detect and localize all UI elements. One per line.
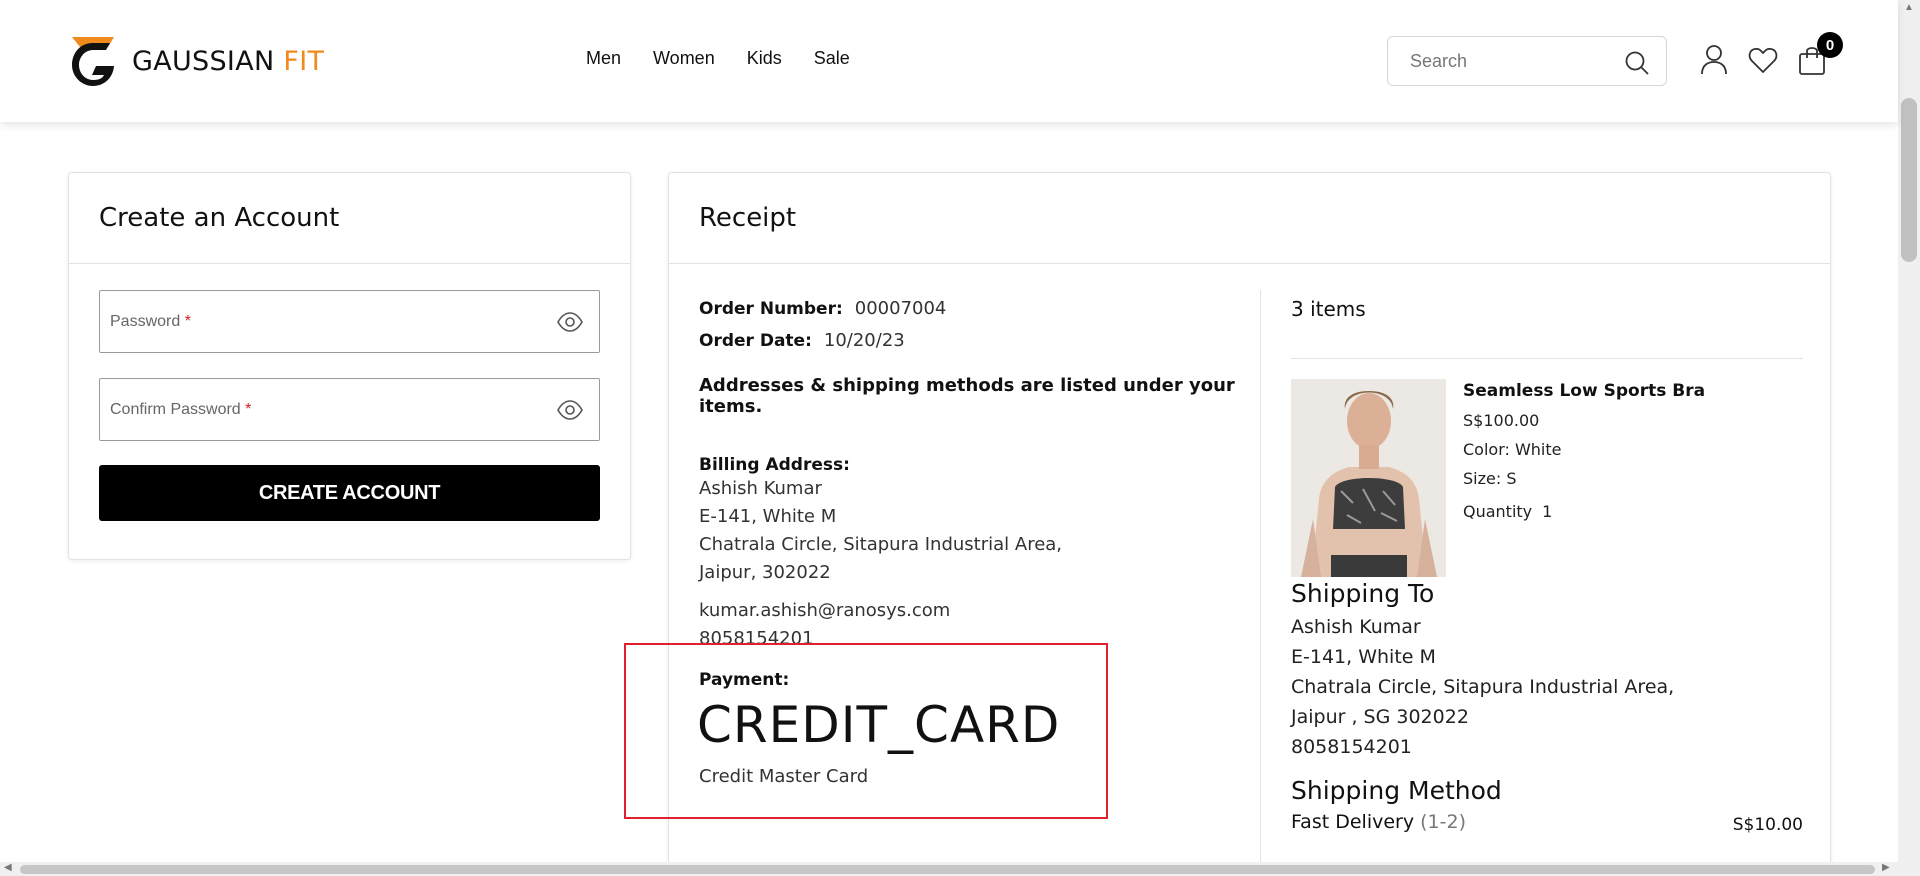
password-label-text: Password (110, 312, 181, 330)
nav-item-kids[interactable]: Kids (747, 48, 782, 69)
main-nav: Men Women Kids Sale (586, 48, 850, 69)
site-header: GAUSSIAN FIT Men Women Kids Sale 0 (0, 0, 1898, 122)
product-photo (1291, 379, 1446, 577)
search-box (1387, 36, 1667, 86)
quantity-label: Quantity (1463, 502, 1533, 521)
shipping-name: Ashish Kumar (1291, 616, 1421, 638)
product-price: S$100.00 (1463, 411, 1540, 430)
shipping-to-title: Shipping To (1291, 579, 1435, 608)
search-icon[interactable] (1624, 50, 1650, 76)
required-mark: * (184, 312, 191, 330)
order-number-value: 00007004 (854, 298, 947, 319)
brand-name-part2: FIT (283, 45, 325, 77)
show-confirm-password-icon[interactable] (557, 399, 583, 421)
confirm-password-label: Confirm Password * (110, 401, 251, 419)
billing-line2: Chatrala Circle, Sitapura Industrial Are… (699, 534, 1063, 555)
vertical-scroll-thumb[interactable] (1901, 98, 1917, 262)
create-account-card: Create an Account Password * Confirm Pas… (68, 172, 631, 560)
billing-address: Ashish Kumar E-141, White M Chatrala Cir… (699, 475, 1249, 587)
shipping-phone: 8058154201 (1291, 736, 1412, 758)
heart-icon[interactable] (1748, 44, 1778, 76)
product-name[interactable]: Seamless Low Sports Bra (1463, 381, 1705, 401)
billing-address-label: Billing Address: (699, 455, 850, 475)
nav-item-sale[interactable]: Sale (814, 48, 850, 69)
product-image[interactable] (1291, 379, 1446, 577)
shipping-note: Addresses & shipping methods are listed … (699, 375, 1235, 417)
order-number-label: Order Number: (699, 299, 843, 319)
brand-name-part1: GAUSSIAN (132, 45, 275, 77)
shipping-method-title: Shipping Method (1291, 776, 1502, 805)
password-field[interactable]: Password * (99, 290, 600, 353)
logo-mark-icon (72, 37, 114, 86)
product-color: Color: White (1463, 440, 1562, 459)
order-items: 3 items Seamless Low Sports Bra S$100.00… (1291, 293, 1803, 835)
search-input[interactable] (1410, 50, 1610, 72)
billing-name: Ashish Kumar (699, 478, 822, 499)
scroll-left-arrow-icon[interactable]: ◀ (4, 862, 12, 873)
brand-name: GAUSSIAN FIT (132, 46, 324, 77)
billing-contact: kumar.ashish@ranosys.com 8058154201 (699, 597, 1249, 653)
shipping-method-name: Fast Delivery (1291, 811, 1415, 833)
product-size: Size: S (1463, 469, 1517, 488)
nav-item-men[interactable]: Men (586, 48, 621, 69)
horizontal-scrollbar[interactable]: ◀ ▶ (0, 862, 1898, 876)
payment-label: Payment: (699, 670, 790, 690)
payment-type: CREDIT_CARD (697, 696, 1061, 754)
order-number-row: Order Number: 00007004 (699, 293, 1249, 325)
quantity-value: 1 (1542, 502, 1553, 521)
shipping-method-price: S$10.00 (1732, 815, 1803, 835)
billing-phone: 8058154201 (699, 628, 814, 649)
user-icon[interactable] (1700, 44, 1728, 76)
billing-line1: E-141, White M (699, 506, 837, 527)
shipping-method-eta: (1-2) (1420, 811, 1466, 833)
shipping-line3: Jaipur , SG 302022 (1291, 706, 1469, 728)
order-details: Order Number: 00007004 Order Date: 10/20/2… (699, 293, 1249, 653)
payment-detail: Credit Master Card (699, 766, 869, 787)
shipping-method-row: Fast Delivery (1-2) S$10.00 (1291, 811, 1803, 835)
confirm-password-label-text: Confirm Password (110, 400, 241, 418)
nav-item-women[interactable]: Women (653, 48, 715, 69)
column-divider (1260, 290, 1261, 876)
scroll-up-arrow-icon[interactable]: ▲ (1904, 2, 1914, 13)
cart-count-badge: 0 (1817, 32, 1843, 58)
product-quantity: Quantity 1 (1463, 502, 1705, 521)
product-info: Seamless Low Sports Bra S$100.00 Color: … (1463, 379, 1705, 521)
password-label: Password * (110, 313, 191, 331)
order-date-row: Order Date: 10/20/23 (699, 325, 1249, 357)
create-account-title: Create an Account (69, 173, 630, 264)
confirm-password-field[interactable]: Confirm Password * (99, 378, 600, 441)
shipping-line2: Chatrala Circle, Sitapura Industrial Are… (1291, 676, 1675, 698)
items-count: 3 items (1291, 293, 1803, 359)
shipping-line1: E-141, White M (1291, 646, 1436, 668)
show-password-icon[interactable] (557, 311, 583, 333)
shipping-address: Ashish Kumar E-141, White M Chatrala Cir… (1291, 612, 1803, 762)
vertical-scrollbar[interactable]: ▲ (1898, 0, 1920, 876)
header-icons (1700, 44, 1826, 76)
horizontal-scroll-thumb[interactable] (20, 865, 1875, 874)
billing-email: kumar.ashish@ranosys.com (699, 600, 951, 621)
product-item: Seamless Low Sports Bra S$100.00 Color: … (1291, 379, 1803, 579)
order-date-value: 10/20/23 (823, 330, 905, 351)
receipt-title: Receipt (669, 173, 1830, 264)
scroll-right-arrow-icon[interactable]: ▶ (1882, 862, 1890, 873)
required-mark: * (245, 400, 252, 418)
brand-logo[interactable]: GAUSSIAN FIT (66, 33, 324, 89)
order-date-label: Order Date: (699, 331, 812, 351)
create-account-button[interactable]: CREATE ACCOUNT (99, 465, 600, 521)
billing-line3: Jaipur, 302022 (699, 562, 831, 583)
